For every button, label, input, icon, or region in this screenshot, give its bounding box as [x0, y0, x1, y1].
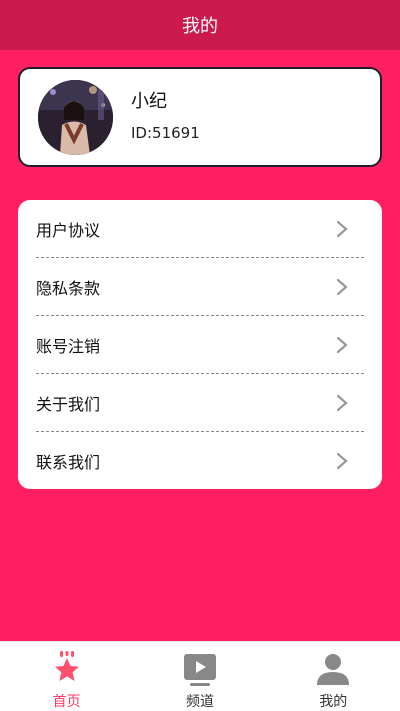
chevron-right-icon [332, 393, 352, 413]
title-bar: 我的 [0, 0, 400, 50]
menu-item-label: 联系我们 [36, 453, 101, 472]
chevron-right-icon [332, 277, 352, 297]
bottom-tab-bar: 首页 频道 我的 [0, 641, 400, 711]
menu-item-user-agreement[interactable]: 用户协议 [36, 200, 364, 258]
user-icon [314, 650, 352, 687]
chevron-right-icon [332, 219, 352, 239]
menu-item-label: 账号注销 [36, 336, 101, 356]
chevron-right-icon [332, 451, 352, 471]
menu-item-about-us[interactable]: 关于我们 [36, 374, 364, 432]
menu-item-label: 用户协议 [36, 220, 101, 240]
menu-item-contact-us[interactable]: 联系我们 [36, 432, 364, 490]
menu-item-label: 隐私条款 [36, 278, 101, 298]
tab-home[interactable]: 首页 [0, 642, 133, 711]
settings-menu: 用户协议 隐私条款 账号注销 关于我们 联系我们 [18, 200, 382, 489]
profile-id: ID:51691 [131, 124, 200, 142]
profile-name: 小纪 [131, 91, 167, 112]
chevron-right-icon [332, 335, 352, 355]
menu-item-delete-account[interactable]: 账号注销 [36, 316, 364, 374]
profile-card[interactable]: 小纪 ID:51691 [18, 67, 382, 167]
tab-label: 首页 [52, 694, 81, 710]
play-video-icon [181, 650, 219, 687]
tab-label: 频道 [185, 694, 214, 710]
tab-channel[interactable]: 频道 [133, 642, 266, 711]
menu-item-privacy-policy[interactable]: 隐私条款 [36, 258, 364, 316]
avatar[interactable] [38, 80, 113, 155]
menu-item-label: 关于我们 [36, 394, 101, 414]
star-icon [48, 650, 86, 687]
page-title: 我的 [182, 16, 218, 37]
avatar-photo [38, 80, 113, 155]
tab-mine[interactable]: 我的 [267, 642, 400, 711]
tab-label: 我的 [319, 694, 348, 710]
